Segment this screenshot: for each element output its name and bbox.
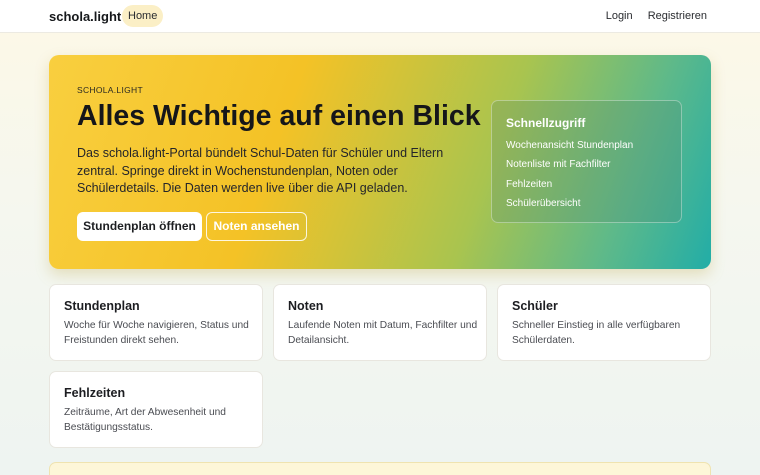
top-navbar: schola.light Home Login Registrieren — [0, 0, 760, 33]
card-description: Zeiträume, Art der Abwesenheit und Bestä… — [64, 407, 226, 433]
brand-logo[interactable]: schola.light — [49, 9, 121, 24]
card-timetable[interactable]: Stundenplan Woche für Woche navigieren, … — [49, 284, 263, 361]
card-title: Noten — [288, 299, 324, 313]
card-description: Woche für Woche navigieren, Status und F… — [64, 320, 249, 346]
card-absences[interactable]: Fehlzeiten Zeiträume, Art der Abwesenhei… — [49, 371, 263, 448]
view-grades-button[interactable]: Noten ansehen — [206, 212, 307, 241]
card-title: Schüler — [512, 299, 558, 313]
nav-home-link[interactable]: Home — [122, 5, 164, 27]
hero-eyebrow: SCHOLA.LIGHT — [77, 85, 143, 95]
card-title: Stundenplan — [64, 299, 140, 313]
quick-link-weekly-timetable[interactable]: Wochenansicht Stundenplan — [506, 140, 633, 151]
card-grades[interactable]: Noten Laufende Noten mit Datum, Fachfilt… — [273, 284, 487, 361]
quick-access-panel: Schnellzugriff Wochenansicht Stundenplan… — [491, 100, 682, 223]
nav-account-links: Login Registrieren — [594, 10, 707, 22]
register-link[interactable]: Registrieren — [648, 10, 707, 22]
bottom-notice-panel — [49, 462, 711, 475]
card-students[interactable]: Schüler Schneller Einstieg in alle verfü… — [497, 284, 711, 361]
quick-link-absences[interactable]: Fehlzeiten — [506, 179, 552, 190]
hero-banner: SCHOLA.LIGHT Alles Wichtige auf einen Bl… — [49, 55, 711, 269]
login-link[interactable]: Login — [606, 10, 633, 22]
quick-access-title: Schnellzugriff — [506, 116, 586, 130]
hero-description: Das schola.light-Portal bündelt Schul-Da… — [77, 146, 444, 195]
quick-link-grade-list[interactable]: Notenliste mit Fachfilter — [506, 159, 610, 170]
hero-title: Alles Wichtige auf einen Blick — [77, 100, 481, 132]
card-description: Schneller Einstieg in alle verfügbaren S… — [512, 320, 681, 346]
open-timetable-button[interactable]: Stundenplan öffnen — [77, 212, 202, 241]
card-title: Fehlzeiten — [64, 386, 126, 400]
quick-link-student-overview[interactable]: Schülerübersicht — [506, 198, 580, 209]
card-description: Laufende Noten mit Datum, Fachfilter und… — [288, 320, 478, 346]
